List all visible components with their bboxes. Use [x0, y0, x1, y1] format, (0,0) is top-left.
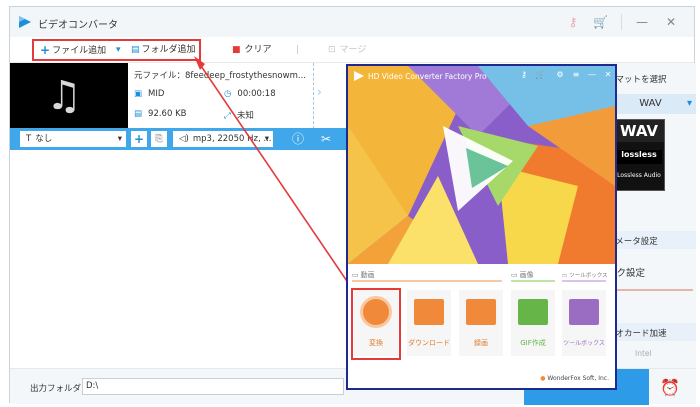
video-section-icon: ▭ — [352, 271, 359, 279]
factory-title: HD Video Converter Factory Pro — [368, 72, 487, 81]
image-section-icon: ▭ — [511, 271, 518, 279]
record-icon — [466, 299, 496, 325]
toolbox-label: ツールボックス — [563, 340, 605, 347]
hero-banner — [348, 66, 615, 264]
download-tile[interactable]: ダウンロード — [407, 290, 451, 356]
minimize-button[interactable]: — — [586, 70, 598, 79]
cart-icon[interactable]: 🛒 — [534, 70, 546, 79]
wonderfox-logo-icon: ● — [540, 375, 546, 382]
gif-maker-tile[interactable]: GIF作成 — [511, 290, 555, 356]
toolbox-section-line — [562, 280, 606, 282]
record-tile[interactable]: 録画 — [459, 290, 503, 356]
video-section-line — [352, 280, 502, 282]
section-video-label: ▭ 動画 — [352, 271, 375, 279]
close-button[interactable]: ✕ — [602, 70, 614, 79]
section-image-label: ▭ 画像 — [511, 271, 534, 279]
gif-label: GIF作成 — [520, 339, 546, 347]
factory-footer: ● WonderFox Soft, Inc. — [540, 375, 609, 382]
section-toolbox-label: ▭ ツールボックス — [562, 273, 608, 279]
image-section-line — [511, 280, 555, 282]
highlight-box-convert — [351, 288, 401, 360]
download-label: ダウンロード — [408, 339, 450, 347]
download-icon — [414, 299, 444, 325]
key-icon[interactable]: ⚷ — [518, 70, 530, 79]
record-label: 録画 — [474, 339, 488, 347]
settings-icon[interactable]: ⚙ — [554, 70, 566, 79]
gif-image-icon — [518, 299, 548, 325]
factory-logo-icon — [354, 71, 364, 81]
menu-icon[interactable]: ≡ — [570, 70, 582, 79]
toolbox-icon — [569, 299, 599, 325]
toolbox-section-icon: ▭ — [562, 273, 568, 279]
toolbox-tile[interactable]: ツールボックス — [562, 290, 606, 356]
factory-pro-window: HD Video Converter Factory Pro ⚷ 🛒 ⚙ ≡ —… — [346, 64, 617, 390]
